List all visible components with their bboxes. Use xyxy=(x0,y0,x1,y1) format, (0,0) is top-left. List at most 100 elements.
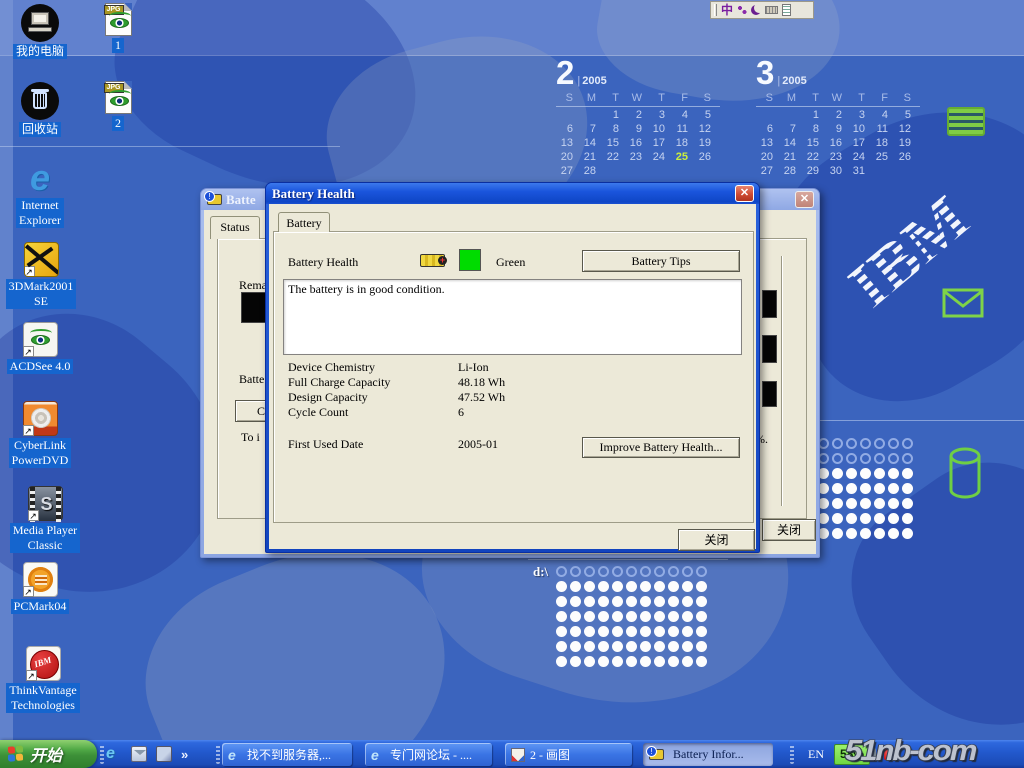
close-button[interactable]: 关闭 xyxy=(678,529,755,551)
ie-quick-launch-icon[interactable]: e xyxy=(106,746,122,762)
calendar-day-grid: 1234567891011121314151617181920212223242… xyxy=(756,109,920,179)
ime-chinese-indicator[interactable]: 中 xyxy=(721,4,733,16)
ime-fullwidth-icon[interactable] xyxy=(751,5,761,15)
ime-drag-handle-icon[interactable] xyxy=(714,4,717,16)
wallpaper-dot xyxy=(584,581,595,592)
wallpaper-dot xyxy=(874,483,885,494)
calendar-day: 12 xyxy=(694,123,717,137)
improve-battery-health-button[interactable]: Improve Battery Health... xyxy=(582,437,740,458)
tab-battery[interactable]: Battery xyxy=(278,212,330,232)
wallpaper-dot xyxy=(640,581,651,592)
wallpaper-dot xyxy=(668,641,679,652)
wallpaper-dot xyxy=(668,581,679,592)
battery-icon xyxy=(420,254,445,267)
desktop-icon-my-computer[interactable]: 我的电脑 xyxy=(2,4,78,59)
calendar-day: 2 xyxy=(825,109,848,123)
wallpaper-dot xyxy=(696,581,707,592)
acdsee-eye-icon xyxy=(110,18,129,28)
desktop-icon-media-player-classic[interactable]: S↗ Media Player Classic xyxy=(0,486,90,553)
desktop-icon-3dmark2001[interactable]: ↗ 3DMark2001 SE xyxy=(2,242,80,309)
battery-spec-row: Cycle Count6 xyxy=(288,405,618,420)
wallpaper-dot xyxy=(584,611,595,622)
ime-language-bar[interactable]: 中 xyxy=(710,1,814,19)
wallpaper-dot xyxy=(888,528,899,539)
calendar-day: 22 xyxy=(802,151,825,165)
overflow-chevron-icon[interactable]: » xyxy=(181,747,188,762)
battery-health-titlebar[interactable]: Battery Health ✕ xyxy=(266,183,759,204)
wallpaper-dot xyxy=(584,566,595,577)
desktop-icon-internet-explorer[interactable]: e Internet Explorer xyxy=(2,160,78,228)
database-cylinder-icon xyxy=(944,446,988,507)
wallpaper-dot xyxy=(654,656,665,667)
wallpaper-dot xyxy=(860,453,871,464)
dots-grid-right xyxy=(818,438,916,543)
calendar-month-number: 3 xyxy=(756,56,774,90)
wallpaper-dot xyxy=(598,566,609,577)
wallpaper-dot xyxy=(860,513,871,524)
desktop-icon-jpg-1[interactable]: JPG 1 xyxy=(96,3,140,53)
calendar-weekday-header: SMTWTFS xyxy=(556,92,720,107)
task-button-paint[interactable]: 2 - 画图 xyxy=(505,743,632,766)
dots-grid-bottom xyxy=(556,566,710,671)
icon-label: 3DMark2001 SE xyxy=(6,279,77,309)
windows-flag-icon xyxy=(8,745,25,763)
calendar-day: 28 xyxy=(579,165,602,179)
calendar-day: 14 xyxy=(779,137,802,151)
acdsee-eye-icon xyxy=(110,96,129,106)
shortcut-arrow-icon: ↗ xyxy=(24,266,35,277)
wallpaper-dot xyxy=(626,641,637,652)
close-button[interactable]: 关闭 xyxy=(762,519,816,541)
desktop-icon-thinkvantage[interactable]: IBM↗ ThinkVantage Technologies xyxy=(0,646,86,713)
close-icon[interactable]: ✕ xyxy=(795,191,814,208)
mail-quick-launch-icon[interactable] xyxy=(131,746,147,762)
desktop-icon-recycle-bin[interactable]: 回收站 xyxy=(2,82,78,137)
wallpaper-dot xyxy=(860,528,871,539)
wallpaper-dot xyxy=(846,528,857,539)
ime-mode-icon[interactable] xyxy=(737,5,747,15)
language-indicator[interactable]: EN xyxy=(808,747,824,762)
wallpaper-dot xyxy=(556,581,567,592)
tab-status[interactable]: Status xyxy=(210,216,260,239)
battery-tips-button[interactable]: Battery Tips xyxy=(582,250,740,272)
calendar-day: 9 xyxy=(825,123,848,137)
desktop-icon-pcmark04[interactable]: ↗ PCMark04 xyxy=(2,562,78,614)
calendar-day: 9 xyxy=(625,123,648,137)
wallpaper-dot xyxy=(598,581,609,592)
wallpaper-dot xyxy=(654,596,665,607)
toolbar-grip[interactable] xyxy=(100,744,104,764)
calendar-day: 27 xyxy=(756,165,779,179)
task-button-battery-information[interactable]: Battery Infor... xyxy=(643,743,773,766)
close-icon[interactable]: ✕ xyxy=(735,185,754,202)
task-button-forum[interactable]: e 专门网论坛 - .... xyxy=(365,743,492,766)
calendar-day: 29 xyxy=(802,165,825,179)
desktop-icon-acdsee[interactable]: ↗ ACDSee 4.0 xyxy=(2,322,78,374)
ime-keyboard-icon[interactable] xyxy=(765,6,778,14)
wallpaper-dot xyxy=(556,626,567,637)
wallpaper-dot xyxy=(570,611,581,622)
wallpaper-dot xyxy=(696,566,707,577)
battery-spec-row: Device ChemistryLi-Ion xyxy=(288,360,618,375)
icon-label: ThinkVantage Technologies xyxy=(6,683,79,713)
calendar-day: 20 xyxy=(756,151,779,165)
wallpaper-dot xyxy=(584,626,595,637)
first-used-value: 2005-01 xyxy=(458,437,498,452)
toolbar-grip[interactable] xyxy=(216,744,220,764)
start-button[interactable]: 开始 xyxy=(0,740,97,768)
battery-health-window[interactable]: Battery Health ✕ Battery Battery Health … xyxy=(265,182,760,553)
window-quick-launch-icon[interactable] xyxy=(156,746,172,762)
toolbar-grip[interactable] xyxy=(790,744,794,764)
wallpaper-dot xyxy=(846,498,857,509)
wallpaper-dot xyxy=(682,611,693,622)
wallpaper-dot xyxy=(598,641,609,652)
wallpaper-dot xyxy=(846,438,857,449)
drive-label: d:\ xyxy=(533,564,548,580)
spec-label: Cycle Count xyxy=(288,405,458,420)
wallpaper-dot xyxy=(556,656,567,667)
calendar-day: 19 xyxy=(894,137,917,151)
desktop-icon-powerdvd[interactable]: ↗ CyberLink PowerDVD xyxy=(2,401,78,468)
wallpaper-line xyxy=(528,559,728,560)
task-button-server-not-found[interactable]: e 找不到服务器,... xyxy=(222,743,352,766)
spec-value: 47.52 Wh xyxy=(458,390,505,405)
desktop-icon-jpg-2[interactable]: JPG 2 xyxy=(96,81,140,131)
ime-notepad-icon[interactable] xyxy=(782,4,791,16)
